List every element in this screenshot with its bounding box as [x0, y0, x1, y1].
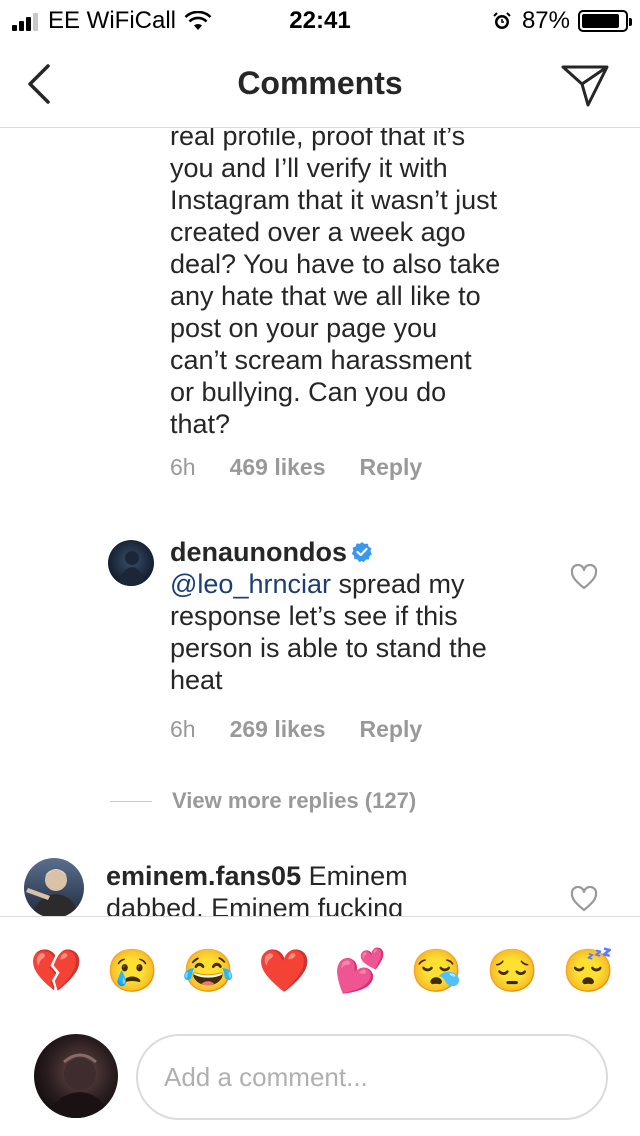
comment-meta: 6h 269 likes Reply — [170, 716, 456, 743]
comment-time: 6h — [170, 716, 196, 742]
comment-line-rest: Eminem — [301, 861, 408, 891]
comment-input-row — [0, 1026, 640, 1136]
comment-line: deal? You have to also take — [170, 249, 501, 279]
comment-line: you and I’ll verify it with — [170, 153, 448, 183]
divider-line — [110, 800, 152, 802]
comment-line-rest: spread my — [331, 569, 465, 599]
heart-icon[interactable] — [570, 886, 598, 912]
view-more-label: View more replies (127) — [172, 788, 417, 813]
broken-heart-emoji[interactable]: 💔 — [30, 947, 82, 995]
status-right: 87% — [492, 7, 632, 35]
comment-line: response let’s see if this — [170, 601, 458, 631]
verified-badge-icon — [351, 542, 372, 563]
nav-header: Comments — [0, 40, 640, 128]
battery-fill — [582, 14, 619, 28]
pensive-face-emoji[interactable]: 😔 — [486, 947, 538, 995]
reply-button[interactable]: Reply — [360, 716, 423, 743]
comment-meta: 6h 469 likes Reply — [170, 454, 456, 481]
comment-text: real profile, proof that it’s you and I’… — [170, 128, 570, 440]
comment-line: can’t scream harassment — [170, 345, 472, 375]
username[interactable]: denaunondos — [170, 537, 347, 567]
comment-line: @leo_hrnciar spread my — [170, 568, 570, 600]
comment-line: heat — [170, 665, 223, 695]
comment-text: eminem.fans05 Eminem dabbed. Eminem fuck… — [106, 860, 546, 916]
alarm-icon — [493, 12, 511, 29]
battery-percent: 87% — [521, 7, 570, 34]
tears-of-joy-emoji[interactable]: 😂 — [182, 947, 234, 995]
comment-line: or bullying. Can you do — [170, 377, 447, 407]
battery-icon — [578, 10, 632, 32]
comment-line: Instagram that it wasn’t just — [170, 185, 498, 215]
crying-face-emoji[interactable]: 😢 — [106, 947, 158, 995]
comment-line: that? — [170, 409, 231, 439]
page-title: Comments — [237, 65, 403, 101]
username[interactable]: eminem.fans05 — [106, 861, 301, 891]
two-hearts-emoji[interactable]: 💕 — [334, 947, 386, 995]
comments-list: real profile, proof that it’s you and I’… — [0, 128, 640, 916]
reply-button[interactable]: Reply — [360, 454, 423, 481]
comment-field[interactable] — [136, 1034, 608, 1120]
view-more-replies-button[interactable]: View more replies (127) — [110, 788, 416, 814]
likes-count[interactable]: 269 likes — [230, 716, 326, 743]
sleeping-face-emoji[interactable]: 😴 — [562, 947, 614, 995]
avatar[interactable] — [24, 858, 84, 916]
avatar[interactable] — [108, 540, 154, 586]
emoji-bar: 💔 😢 😂 ❤️ 💕 😪 😔 😴 — [0, 916, 640, 1026]
likes-count[interactable]: 469 likes — [230, 454, 326, 481]
comment-line: post on your page you — [170, 313, 438, 343]
comment-line: eminem.fans05 Eminem — [106, 860, 546, 892]
red-heart-emoji[interactable]: ❤️ — [258, 947, 310, 995]
comment-header: denaunondos — [170, 536, 570, 568]
comment-line: person is able to stand the — [170, 633, 487, 663]
comment-line: dabbed. Eminem fucking — [106, 893, 404, 916]
comment-line: created over a week ago — [170, 217, 466, 247]
comment-text: denaunondos @leo_hrnciar spread my respo… — [170, 536, 570, 696]
comment-line: any hate that we all like to — [170, 281, 481, 311]
sleepy-face-emoji[interactable]: 😪 — [410, 947, 462, 995]
paper-plane-icon[interactable] — [560, 62, 610, 108]
avatar — [34, 1034, 118, 1118]
mention-link[interactable]: @leo_hrnciar — [170, 569, 331, 599]
comment-line: real profile, proof that it’s — [170, 128, 466, 151]
status-bar: EE WiFiCall 22:41 87% — [0, 0, 640, 40]
heart-icon[interactable] — [570, 564, 598, 590]
comment-time: 6h — [170, 454, 196, 480]
